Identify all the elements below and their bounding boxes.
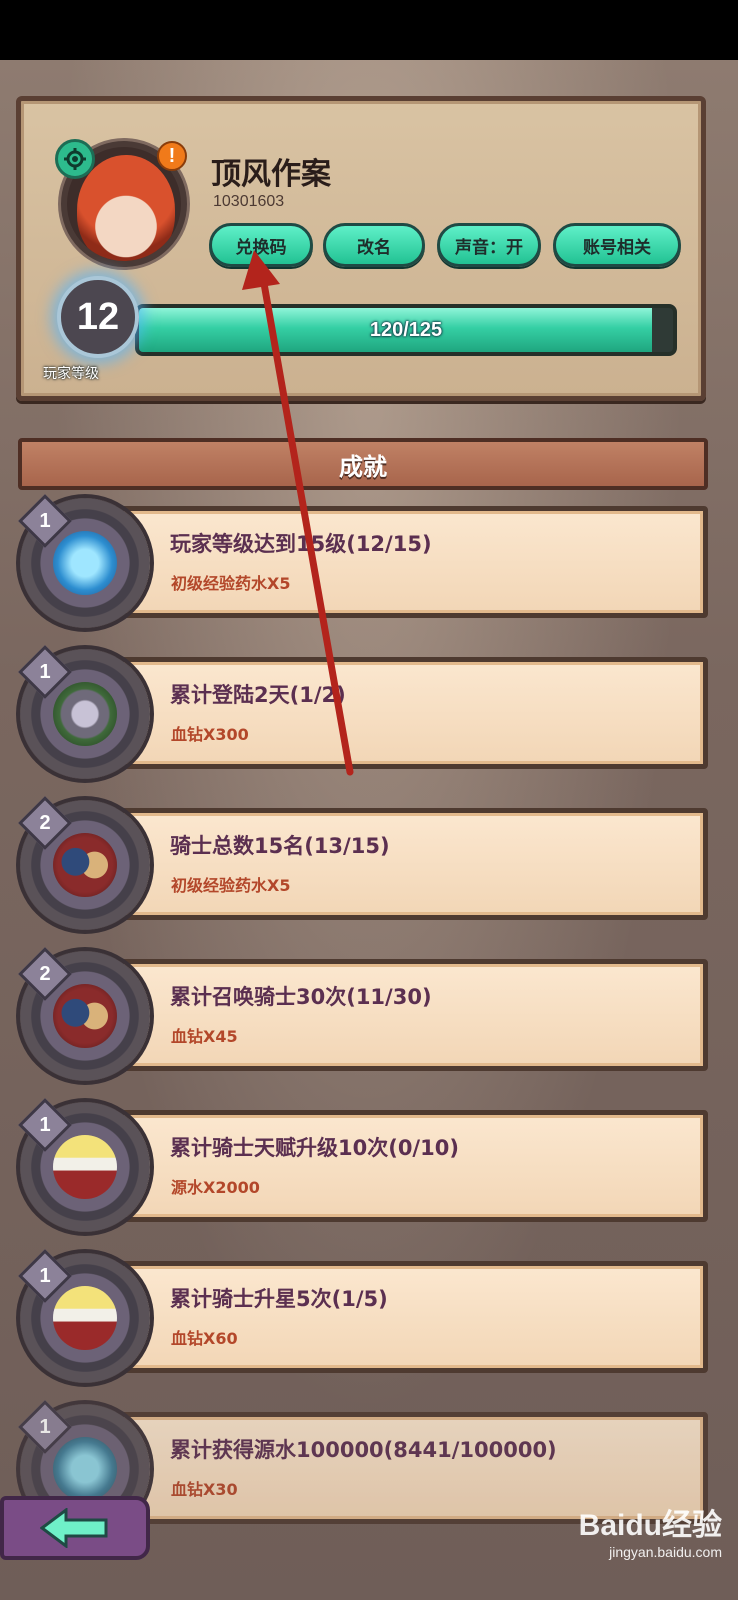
achievement-row[interactable]: 1 玩家等级达到15级(12/15) 初级经验药水X5 [18,494,720,628]
achievement-card [110,1261,708,1373]
tier-number: 2 [39,811,51,834]
xp-progress-text: 120/125 [369,318,443,341]
knight-group-icon [53,833,117,897]
knight-hat-icon [53,1135,117,1199]
knight-group-icon [53,984,117,1048]
player-name: 顶风作案 [211,157,331,192]
alert-icon: ! [157,141,187,171]
achievement-reward: 初级经验药水X5 [171,574,291,593]
status-bar [0,0,738,60]
achievement-title: 玩家等级达到15级(12/15) [170,532,432,556]
achievement-title: 累计登陆2天(1/2) [170,683,346,707]
account-button[interactable]: 账号相关 [553,223,681,267]
achievement-reward: 血钻X60 [171,1329,238,1348]
back-arrow-icon [40,1508,108,1548]
player-id: 10301603 [213,193,285,210]
sound-toggle-button[interactable]: 声音：开 [437,223,541,267]
back-button[interactable] [0,1496,150,1560]
achievement-row[interactable]: 2 累计召唤骑士30次(11/30) 血钻X45 [18,947,720,1081]
watermark: Baidu经验 jingyan.baidu.com [572,1500,722,1590]
achievement-card [110,657,708,769]
achievement-title: 累计骑士升星5次(1/5) [170,1287,388,1311]
achievement-card [110,506,708,618]
achievement-row[interactable]: 1 累计登陆2天(1/2) 血钻X300 [18,645,720,779]
xp-progress-bar: 120/125 [135,304,677,356]
settings-gear-button[interactable] [55,139,95,179]
rename-button[interactable]: 改名 [323,223,425,267]
achievement-title: 累计召唤骑士30次(11/30) [170,985,432,1009]
achievement-card [110,1110,708,1222]
achievement-reward: 血钻X45 [171,1027,238,1046]
achievement-row[interactable]: 2 骑士总数15名(13/15) 初级经验药水X5 [18,796,720,930]
achievement-title: 累计骑士天赋升级10次(0/10) [170,1136,459,1160]
tier-number: 1 [39,509,51,532]
tier-number: 1 [39,1264,51,1287]
tier-number: 2 [39,962,51,985]
gear-crown-icon [53,682,117,746]
player-level-caption: 玩家等级 [43,366,99,382]
achievement-reward: 血钻X300 [171,725,249,744]
avatar-portrait [77,155,175,261]
achievement-row[interactable]: 1 累计骑士天赋升级10次(0/10) 源水X2000 [18,1098,720,1232]
achievement-card [110,808,708,920]
achievements-header: 成就 [18,438,708,490]
watermark-url: jingyan.baidu.com [609,1544,722,1560]
achievement-reward: 源水X2000 [171,1178,260,1197]
level-emblem: 12 [57,276,139,358]
tier-number: 1 [39,1113,51,1136]
achievement-card [110,959,708,1071]
achievement-title: 累计获得源水100000(8441/100000) [170,1438,557,1462]
tier-number: 1 [39,1415,51,1438]
achievement-title: 骑士总数15名(13/15) [170,834,390,858]
gear-icon [64,148,86,170]
player-level-number: 12 [76,295,120,338]
blue-flame-orb-icon [53,531,117,595]
achievement-row[interactable]: 1 累计骑士升星5次(1/5) 血钻X60 [18,1249,720,1383]
knight-hat-icon [53,1286,117,1350]
redeem-code-button[interactable]: 兑换码 [209,223,313,267]
tier-number: 1 [39,660,51,683]
profile-actions: 兑换码 改名 声音：开 账号相关 [209,223,689,269]
section-title: 成就 [339,452,387,481]
achievement-reward: 血钻X30 [171,1480,238,1499]
profile-panel: ! 顶风作案 10301603 兑换码 改名 声音：开 账号相关 120/125… [16,96,706,401]
water-orb-icon [53,1437,117,1501]
achievement-reward: 初级经验药水X5 [171,876,291,895]
watermark-logo: Baidu经验 [578,1509,722,1542]
player-level-badge: 12 [47,266,149,368]
